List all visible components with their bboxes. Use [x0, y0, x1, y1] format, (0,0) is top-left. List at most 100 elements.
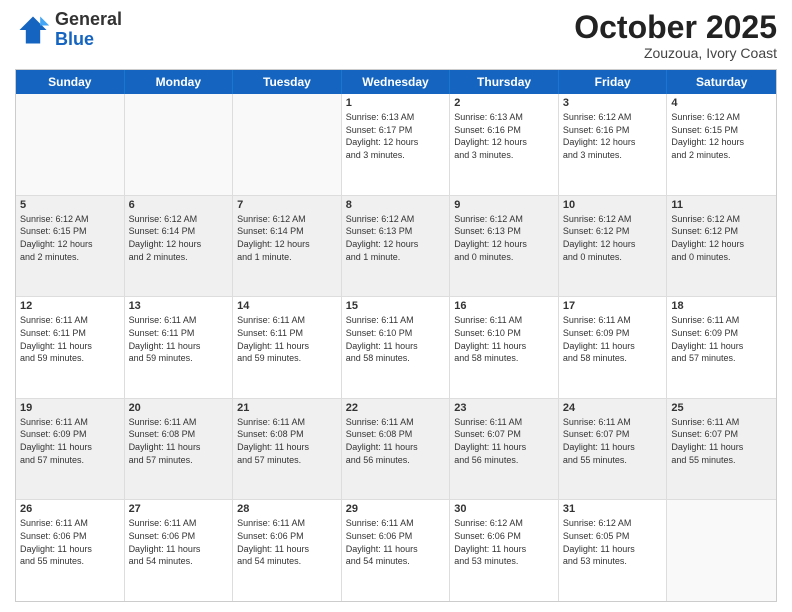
- day-info: Sunrise: 6:11 AM Sunset: 6:06 PM Dayligh…: [20, 517, 120, 567]
- day-info: Sunrise: 6:11 AM Sunset: 6:10 PM Dayligh…: [346, 314, 446, 364]
- day-number: 9: [454, 199, 554, 211]
- day-info: Sunrise: 6:12 AM Sunset: 6:05 PM Dayligh…: [563, 517, 663, 567]
- calendar-row: 19 Sunrise: 6:11 AM Sunset: 6:09 PM Dayli…: [16, 399, 776, 501]
- day-number: 15: [346, 300, 446, 312]
- title-block: October 2025 Zouzoua, Ivory Coast: [574, 10, 777, 61]
- day-info: Sunrise: 6:11 AM Sunset: 6:08 PM Dayligh…: [237, 416, 337, 466]
- calendar-cell: [16, 94, 125, 195]
- day-number: 18: [671, 300, 772, 312]
- calendar-cell: 3Sunrise: 6:12 AM Sunset: 6:16 PM Daylig…: [559, 94, 668, 195]
- day-number: 22: [346, 402, 446, 414]
- calendar-row: 5Sunrise: 6:12 AM Sunset: 6:15 PM Daylig…: [16, 196, 776, 298]
- weekday-header: Sunday: [16, 70, 125, 94]
- day-number: 28: [237, 503, 337, 515]
- calendar-cell: 13 Sunrise: 6:11 AM Sunset: 6:11 PM Dayli…: [125, 297, 234, 398]
- day-number: 23: [454, 402, 554, 414]
- day-info: Sunrise: 6:11 AM Sunset: 6:11 PM Dayligh…: [129, 314, 229, 364]
- calendar-cell: 2 Sunrise: 6:13 AM Sunset: 6:16 PM Daylig…: [450, 94, 559, 195]
- header: General Blue October 2025 Zouzoua, Ivory…: [15, 10, 777, 61]
- calendar-cell: 12Sunrise: 6:11 AM Sunset: 6:11 PM Dayli…: [16, 297, 125, 398]
- calendar-cell: 8 Sunrise: 6:12 AM Sunset: 6:13 PM Daylig…: [342, 196, 451, 297]
- day-number: 7: [237, 199, 337, 211]
- weekday-header: Saturday: [667, 70, 776, 94]
- calendar-cell: 17Sunrise: 6:11 AM Sunset: 6:09 PM Dayli…: [559, 297, 668, 398]
- calendar-cell: 10Sunrise: 6:12 AM Sunset: 6:12 PM Dayli…: [559, 196, 668, 297]
- calendar-cell: [233, 94, 342, 195]
- day-number: 31: [563, 503, 663, 515]
- calendar-row: 26 Sunrise: 6:11 AM Sunset: 6:06 PM Dayli…: [16, 500, 776, 601]
- day-number: 24: [563, 402, 663, 414]
- calendar-cell: 9 Sunrise: 6:12 AM Sunset: 6:13 PM Daylig…: [450, 196, 559, 297]
- logo-blue-text: Blue: [55, 30, 122, 50]
- calendar-cell: 31 Sunrise: 6:12 AM Sunset: 6:05 PM Dayli…: [559, 500, 668, 601]
- day-number: 14: [237, 300, 337, 312]
- day-number: 10: [563, 199, 663, 211]
- day-number: 21: [237, 402, 337, 414]
- day-info: Sunrise: 6:11 AM Sunset: 6:07 PM Dayligh…: [671, 416, 772, 466]
- day-number: 13: [129, 300, 229, 312]
- day-number: 4: [671, 97, 772, 109]
- calendar-cell: 11 Sunrise: 6:12 AM Sunset: 6:12 PM Dayli…: [667, 196, 776, 297]
- day-info: Sunrise: 6:11 AM Sunset: 6:07 PM Dayligh…: [563, 416, 663, 466]
- weekday-header: Monday: [125, 70, 234, 94]
- day-info: Sunrise: 6:12 AM Sunset: 6:15 PM Dayligh…: [20, 213, 120, 263]
- day-info: Sunrise: 6:11 AM Sunset: 6:08 PM Dayligh…: [129, 416, 229, 466]
- day-info: Sunrise: 6:11 AM Sunset: 6:07 PM Dayligh…: [454, 416, 554, 466]
- page: General Blue October 2025 Zouzoua, Ivory…: [0, 0, 792, 612]
- calendar-cell: 6 Sunrise: 6:12 AM Sunset: 6:14 PM Daylig…: [125, 196, 234, 297]
- calendar-header: SundayMondayTuesdayWednesdayThursdayFrid…: [16, 70, 776, 94]
- location: Zouzoua, Ivory Coast: [574, 45, 777, 61]
- calendar-cell: 30Sunrise: 6:12 AM Sunset: 6:06 PM Dayli…: [450, 500, 559, 601]
- calendar-cell: [667, 500, 776, 601]
- day-info: Sunrise: 6:11 AM Sunset: 6:08 PM Dayligh…: [346, 416, 446, 466]
- day-info: Sunrise: 6:11 AM Sunset: 6:06 PM Dayligh…: [129, 517, 229, 567]
- logo-general-text: General: [55, 10, 122, 30]
- calendar-cell: 1 Sunrise: 6:13 AM Sunset: 6:17 PM Daylig…: [342, 94, 451, 195]
- day-number: 19: [20, 402, 120, 414]
- calendar-cell: 19 Sunrise: 6:11 AM Sunset: 6:09 PM Dayli…: [16, 399, 125, 500]
- day-number: 1: [346, 97, 446, 109]
- day-number: 11: [671, 199, 772, 211]
- calendar-cell: 23 Sunrise: 6:11 AM Sunset: 6:07 PM Dayli…: [450, 399, 559, 500]
- calendar-cell: 27 Sunrise: 6:11 AM Sunset: 6:06 PM Dayli…: [125, 500, 234, 601]
- weekday-header: Tuesday: [233, 70, 342, 94]
- calendar-body: 1 Sunrise: 6:13 AM Sunset: 6:17 PM Daylig…: [16, 94, 776, 601]
- weekday-header: Thursday: [450, 70, 559, 94]
- calendar-cell: 16 Sunrise: 6:11 AM Sunset: 6:10 PM Dayli…: [450, 297, 559, 398]
- day-number: 8: [346, 199, 446, 211]
- day-info: Sunrise: 6:13 AM Sunset: 6:16 PM Dayligh…: [454, 111, 554, 161]
- calendar-cell: [125, 94, 234, 195]
- day-number: 26: [20, 503, 120, 515]
- calendar-cell: 25Sunrise: 6:11 AM Sunset: 6:07 PM Dayli…: [667, 399, 776, 500]
- calendar-cell: 5Sunrise: 6:12 AM Sunset: 6:15 PM Daylig…: [16, 196, 125, 297]
- calendar-cell: 4 Sunrise: 6:12 AM Sunset: 6:15 PM Daylig…: [667, 94, 776, 195]
- weekday-header: Wednesday: [342, 70, 451, 94]
- calendar-cell: 21 Sunrise: 6:11 AM Sunset: 6:08 PM Dayli…: [233, 399, 342, 500]
- day-number: 3: [563, 97, 663, 109]
- day-info: Sunrise: 6:12 AM Sunset: 6:14 PM Dayligh…: [129, 213, 229, 263]
- month-title: October 2025: [574, 10, 777, 45]
- day-number: 6: [129, 199, 229, 211]
- day-info: Sunrise: 6:12 AM Sunset: 6:13 PM Dayligh…: [454, 213, 554, 263]
- day-number: 27: [129, 503, 229, 515]
- day-info: Sunrise: 6:12 AM Sunset: 6:15 PM Dayligh…: [671, 111, 772, 161]
- calendar-row: 12Sunrise: 6:11 AM Sunset: 6:11 PM Dayli…: [16, 297, 776, 399]
- day-number: 16: [454, 300, 554, 312]
- calendar: SundayMondayTuesdayWednesdayThursdayFrid…: [15, 69, 777, 602]
- day-number: 30: [454, 503, 554, 515]
- weekday-header: Friday: [559, 70, 668, 94]
- day-number: 2: [454, 97, 554, 109]
- day-info: Sunrise: 6:11 AM Sunset: 6:09 PM Dayligh…: [20, 416, 120, 466]
- day-info: Sunrise: 6:11 AM Sunset: 6:09 PM Dayligh…: [671, 314, 772, 364]
- day-number: 17: [563, 300, 663, 312]
- day-info: Sunrise: 6:12 AM Sunset: 6:13 PM Dayligh…: [346, 213, 446, 263]
- day-number: 20: [129, 402, 229, 414]
- day-info: Sunrise: 6:11 AM Sunset: 6:10 PM Dayligh…: [454, 314, 554, 364]
- calendar-cell: 20 Sunrise: 6:11 AM Sunset: 6:08 PM Dayli…: [125, 399, 234, 500]
- calendar-cell: 28Sunrise: 6:11 AM Sunset: 6:06 PM Dayli…: [233, 500, 342, 601]
- day-info: Sunrise: 6:13 AM Sunset: 6:17 PM Dayligh…: [346, 111, 446, 161]
- calendar-cell: 29Sunrise: 6:11 AM Sunset: 6:06 PM Dayli…: [342, 500, 451, 601]
- calendar-cell: 22 Sunrise: 6:11 AM Sunset: 6:08 PM Dayli…: [342, 399, 451, 500]
- calendar-cell: 14Sunrise: 6:11 AM Sunset: 6:11 PM Dayli…: [233, 297, 342, 398]
- day-info: Sunrise: 6:12 AM Sunset: 6:12 PM Dayligh…: [671, 213, 772, 263]
